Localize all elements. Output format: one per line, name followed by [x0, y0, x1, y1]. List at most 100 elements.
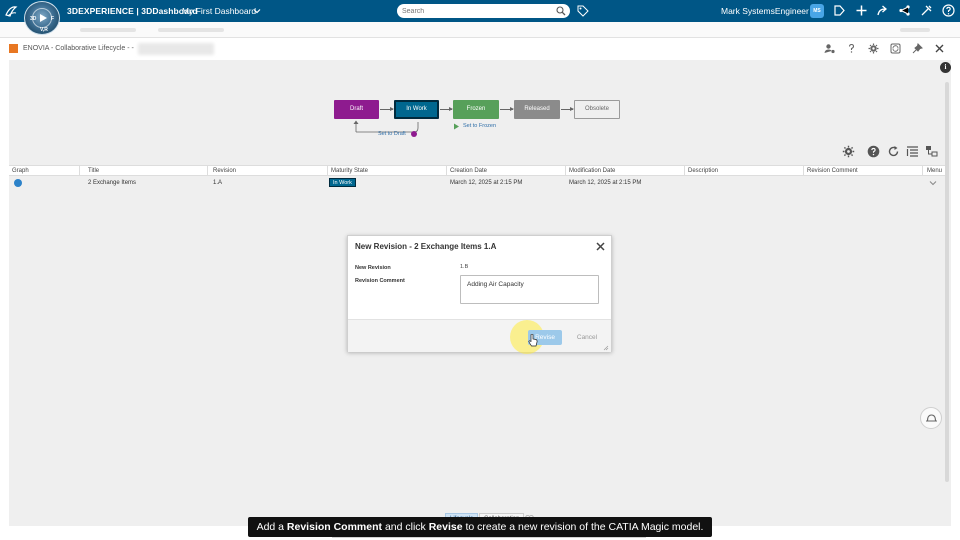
- enovia-app-icon: [9, 44, 18, 53]
- column-header-creation-date[interactable]: Creation Date: [450, 168, 487, 174]
- maturity-state-badge[interactable]: In Work: [329, 178, 356, 187]
- user-settings-icon[interactable]: [824, 43, 835, 54]
- top-bar: 3D F V,R 3DEXPERIENCE | 3DDashboard My F…: [0, 0, 960, 35]
- compass-label-left: 3D: [30, 16, 37, 22]
- dashboard-name[interactable]: My First Dashboard: [182, 6, 256, 16]
- state-obsolete[interactable]: Obsolete: [574, 100, 620, 119]
- column-divider[interactable]: [446, 166, 447, 176]
- compass-play-icon: [40, 14, 47, 22]
- transition-arrow: [500, 107, 514, 111]
- compass-label-bottom: V,R: [40, 27, 48, 33]
- list-view-icon[interactable]: [906, 145, 919, 158]
- search-box[interactable]: [397, 4, 570, 18]
- help-circle-icon[interactable]: [867, 145, 880, 158]
- close-icon[interactable]: [595, 241, 606, 252]
- tools-icon[interactable]: [920, 4, 933, 17]
- cell-revision: 1.A: [213, 180, 223, 186]
- column-divider[interactable]: [79, 166, 80, 176]
- column-divider[interactable]: [327, 166, 328, 176]
- transition-arrow: [440, 107, 453, 111]
- column-header-revision-comment[interactable]: Revision Comment: [807, 168, 858, 174]
- caption-bold-text: Revision Comment: [286, 521, 383, 533]
- chevron-down-icon[interactable]: [253, 7, 261, 15]
- dialog-title: New Revision - 2 Exchange Items 1.A: [355, 242, 497, 251]
- tutorial-caption: Add a Revision Comment and click Revise …: [248, 517, 712, 537]
- new-revision-value: 1.B: [460, 264, 469, 270]
- help-icon[interactable]: [846, 43, 857, 54]
- widget-header: ENOVIA - Collaborative Lifecycle - -: [0, 38, 960, 60]
- caption-bold-text: Revise: [428, 521, 463, 533]
- gear-icon[interactable]: [868, 43, 879, 54]
- new-revision-label: New Revision: [355, 265, 391, 271]
- hat-icon: [926, 414, 937, 422]
- cancel-button[interactable]: Cancel: [568, 330, 606, 345]
- column-header-revision[interactable]: Revision: [213, 168, 236, 174]
- graph-node-icon[interactable]: [14, 179, 22, 187]
- pin-icon[interactable]: [912, 43, 923, 54]
- caption-text: Add a: [256, 521, 287, 533]
- search-icon[interactable]: [556, 6, 566, 16]
- vertical-scrollbar[interactable]: [945, 82, 949, 482]
- share-network-icon[interactable]: [898, 4, 911, 17]
- promote-arrow-icon: [454, 123, 459, 130]
- tag-outline-icon[interactable]: [833, 4, 846, 17]
- resize-grip-icon[interactable]: [603, 345, 609, 351]
- close-icon[interactable]: [934, 43, 945, 54]
- dashboard-tab-strip: [0, 22, 960, 38]
- transition-arrow: [561, 107, 574, 111]
- avatar[interactable]: MS: [810, 4, 824, 18]
- tab-placeholder[interactable]: [900, 28, 930, 32]
- column-divider[interactable]: [207, 166, 208, 176]
- hierarchy-icon[interactable]: [925, 145, 938, 158]
- refresh-icon[interactable]: [890, 43, 901, 54]
- column-header-maturity[interactable]: Maturity State: [331, 168, 368, 174]
- column-header-description[interactable]: Description: [688, 168, 718, 174]
- row-menu-chevron-icon[interactable]: [929, 179, 937, 187]
- state-draft[interactable]: Draft: [334, 100, 379, 119]
- cell-modification-date: March 12, 2025 at 2:15 PM: [569, 180, 642, 186]
- info-icon[interactable]: i: [940, 62, 951, 73]
- caption-text: to create a new revision of the CATIA Ma…: [462, 521, 704, 533]
- widget-title: ENOVIA - Collaborative Lifecycle - -: [23, 45, 134, 52]
- tag-icon[interactable]: [577, 5, 589, 17]
- dassault-logo-icon[interactable]: [4, 4, 18, 18]
- hand-cursor-icon: [528, 334, 538, 347]
- help-icon[interactable]: [942, 4, 955, 17]
- tab-placeholder[interactable]: [80, 28, 136, 32]
- gear-icon[interactable]: [842, 145, 855, 158]
- side-panel-button[interactable]: [920, 407, 942, 429]
- share-arrow-icon[interactable]: [876, 4, 889, 17]
- column-divider[interactable]: [922, 166, 923, 176]
- state-frozen[interactable]: Frozen: [453, 100, 499, 119]
- column-divider[interactable]: [803, 166, 804, 176]
- user-name[interactable]: Mark SystemsEngineer: [721, 6, 809, 16]
- column-header-modification-date[interactable]: Modification Date: [569, 168, 615, 174]
- state-in-work[interactable]: In Work: [394, 100, 439, 119]
- draft-transition-icon: [411, 131, 417, 137]
- platform-brand: 3DEXPERIENCE | 3DDashboard: [67, 6, 198, 16]
- set-to-draft-link[interactable]: Set to Draft: [378, 131, 406, 137]
- compass-button[interactable]: 3D F V,R: [24, 1, 60, 35]
- column-header-menu[interactable]: Menu: [927, 168, 942, 174]
- cell-title[interactable]: 2 Exchange Items: [88, 180, 136, 186]
- state-released[interactable]: Released: [514, 100, 560, 119]
- dialog-footer: Revise Cancel: [348, 319, 611, 354]
- set-to-frozen-link[interactable]: Set to Frozen: [463, 123, 496, 129]
- cell-creation-date: March 12, 2025 at 2:15 PM: [450, 180, 523, 186]
- plus-icon[interactable]: [855, 4, 868, 17]
- redacted-object-name: [138, 43, 214, 55]
- column-divider[interactable]: [565, 166, 566, 176]
- column-header-title[interactable]: Title: [88, 168, 99, 174]
- revision-comment-field[interactable]: Adding Air Capacity: [460, 275, 599, 304]
- tab-placeholder[interactable]: [158, 28, 224, 32]
- column-header-graph[interactable]: Graph: [12, 168, 29, 174]
- revision-comment-label: Revision Comment: [355, 278, 405, 284]
- caption-text: and click: [382, 521, 429, 533]
- search-input[interactable]: [402, 6, 552, 16]
- transition-arrow: [380, 107, 394, 111]
- column-divider[interactable]: [684, 166, 685, 176]
- table-row[interactable]: 2 Exchange Items 1.A In Work March 12, 2…: [9, 177, 947, 190]
- refresh-icon[interactable]: [887, 145, 900, 158]
- compass-label-right: F: [51, 16, 55, 22]
- table-header: Graph Title Revision Maturity State Crea…: [9, 165, 947, 176]
